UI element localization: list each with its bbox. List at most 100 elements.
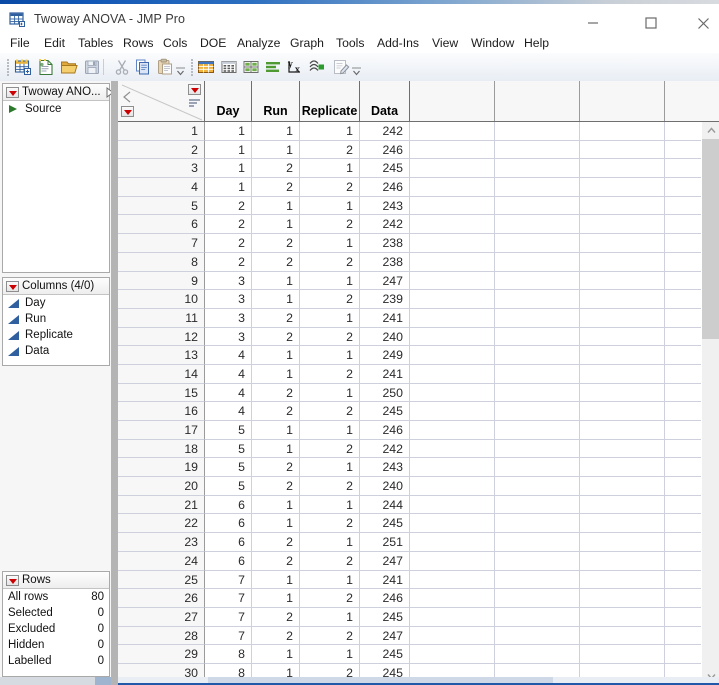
table-row[interactable]: 27 7 2 1 245 [118, 607, 719, 627]
cell-empty[interactable] [495, 159, 580, 179]
cell-run[interactable]: 2 [252, 159, 300, 179]
cell-day[interactable]: 4 [205, 402, 252, 421]
cell-data[interactable]: 243 [360, 196, 410, 216]
cell-data[interactable]: 239 [360, 290, 410, 309]
cell-data[interactable]: 245 [360, 607, 410, 627]
cell-replicate[interactable]: 1 [300, 645, 360, 664]
cell-empty[interactable] [410, 439, 495, 459]
row-number-cell[interactable]: 17 [118, 421, 205, 440]
cell-empty[interactable] [495, 533, 580, 552]
row-number-cell[interactable]: 15 [118, 383, 205, 403]
cell-empty[interactable] [495, 439, 580, 459]
cell-replicate[interactable]: 2 [300, 252, 360, 272]
cell-replicate[interactable]: 2 [300, 402, 360, 421]
cell-empty[interactable] [495, 215, 580, 235]
new-data-table-icon[interactable] [13, 57, 33, 77]
cell-empty[interactable] [495, 570, 580, 590]
table-row[interactable]: 26 7 1 2 246 [118, 589, 719, 608]
column-header-day[interactable]: Day [205, 81, 252, 121]
row-number-cell[interactable]: 8 [118, 252, 205, 272]
cell-empty[interactable] [580, 458, 665, 478]
cell-empty[interactable] [495, 252, 580, 272]
cell-empty[interactable] [495, 477, 580, 496]
table-row[interactable]: 28 7 2 2 247 [118, 626, 719, 646]
cell-empty[interactable] [580, 514, 665, 534]
cell-data[interactable]: 241 [360, 364, 410, 384]
table-row[interactable]: 11 3 2 1 241 [118, 308, 719, 328]
cell-replicate[interactable]: 1 [300, 159, 360, 179]
menu-tools[interactable]: Tools [336, 34, 364, 53]
cell-replicate[interactable]: 1 [300, 570, 360, 590]
row-number-cell[interactable]: 29 [118, 645, 205, 664]
table-row[interactable]: 18 5 1 2 242 [118, 439, 719, 459]
cell-day[interactable]: 7 [205, 589, 252, 608]
cell-data[interactable]: 247 [360, 271, 410, 291]
cell-replicate[interactable]: 2 [300, 140, 360, 160]
cell-day[interactable]: 2 [205, 252, 252, 272]
rows-red-triangle-menu-icon[interactable] [121, 106, 134, 117]
cell-run[interactable]: 2 [252, 308, 300, 328]
toolbar-overflow-2[interactable] [352, 67, 361, 77]
row-number-cell[interactable]: 23 [118, 533, 205, 552]
cell-empty[interactable] [410, 234, 495, 253]
cell-empty[interactable] [495, 364, 580, 384]
cell-data[interactable]: 243 [360, 458, 410, 478]
cell-replicate[interactable]: 1 [300, 421, 360, 440]
columns-red-triangle-menu-icon[interactable] [188, 84, 201, 95]
distribution-icon[interactable] [196, 57, 216, 77]
cell-day[interactable]: 7 [205, 626, 252, 646]
table-row[interactable]: 19 5 2 1 243 [118, 458, 719, 478]
chart-bars-icon[interactable] [263, 57, 283, 77]
row-number-cell[interactable]: 27 [118, 607, 205, 627]
row-number-cell[interactable]: 6 [118, 215, 205, 235]
table-row[interactable]: 24 6 2 2 247 [118, 551, 719, 571]
menu-file[interactable]: File [10, 34, 30, 53]
red-triangle-menu-icon[interactable] [6, 575, 19, 586]
table-row[interactable]: 16 4 2 2 245 [118, 402, 719, 421]
cell-replicate[interactable]: 2 [300, 589, 360, 608]
column-header-empty-1[interactable] [410, 81, 495, 121]
cell-empty[interactable] [580, 252, 665, 272]
menu-help[interactable]: Help [524, 34, 549, 53]
cell-day[interactable]: 4 [205, 346, 252, 365]
row-number-cell[interactable]: 12 [118, 327, 205, 347]
cell-empty[interactable] [410, 402, 495, 421]
cell-data[interactable]: 241 [360, 570, 410, 590]
cell-run[interactable]: 1 [252, 271, 300, 291]
columns-panel-header[interactable]: Columns (4/0) [3, 278, 109, 295]
save-icon[interactable] [82, 57, 102, 77]
cell-empty[interactable] [580, 159, 665, 179]
cell-empty[interactable] [495, 626, 580, 646]
table-row[interactable]: 10 3 1 2 239 [118, 290, 719, 309]
cell-empty[interactable] [580, 589, 665, 608]
cell-empty[interactable] [580, 364, 665, 384]
cell-data[interactable]: 246 [360, 178, 410, 197]
menu-edit[interactable]: Edit [44, 34, 65, 53]
cell-empty[interactable] [495, 196, 580, 216]
cell-empty[interactable] [495, 607, 580, 627]
menu-tables[interactable]: Tables [78, 34, 113, 53]
cell-empty[interactable] [495, 495, 580, 515]
cell-replicate[interactable]: 1 [300, 346, 360, 365]
cell-empty[interactable] [495, 383, 580, 403]
row-number-cell[interactable]: 7 [118, 234, 205, 253]
cell-empty[interactable] [580, 645, 665, 664]
graph-builder-icon[interactable] [307, 57, 327, 77]
cell-empty[interactable] [580, 421, 665, 440]
row-number-cell[interactable]: 16 [118, 402, 205, 421]
cell-data[interactable]: 245 [360, 402, 410, 421]
cell-empty[interactable] [410, 626, 495, 646]
rows-panel-header[interactable]: Rows [3, 572, 109, 589]
cell-replicate[interactable]: 2 [300, 477, 360, 496]
cell-empty[interactable] [410, 327, 495, 347]
cell-empty[interactable] [580, 346, 665, 365]
cell-run[interactable]: 1 [252, 421, 300, 440]
cell-day[interactable]: 6 [205, 533, 252, 552]
cell-empty[interactable] [580, 196, 665, 216]
table-row[interactable]: 3 1 2 1 245 [118, 159, 719, 179]
row-number-cell[interactable]: 9 [118, 271, 205, 291]
table-row[interactable]: 2 1 1 2 246 [118, 140, 719, 160]
cell-empty[interactable] [410, 645, 495, 664]
vertical-scrollbar[interactable] [701, 122, 719, 685]
cell-empty[interactable] [495, 514, 580, 534]
